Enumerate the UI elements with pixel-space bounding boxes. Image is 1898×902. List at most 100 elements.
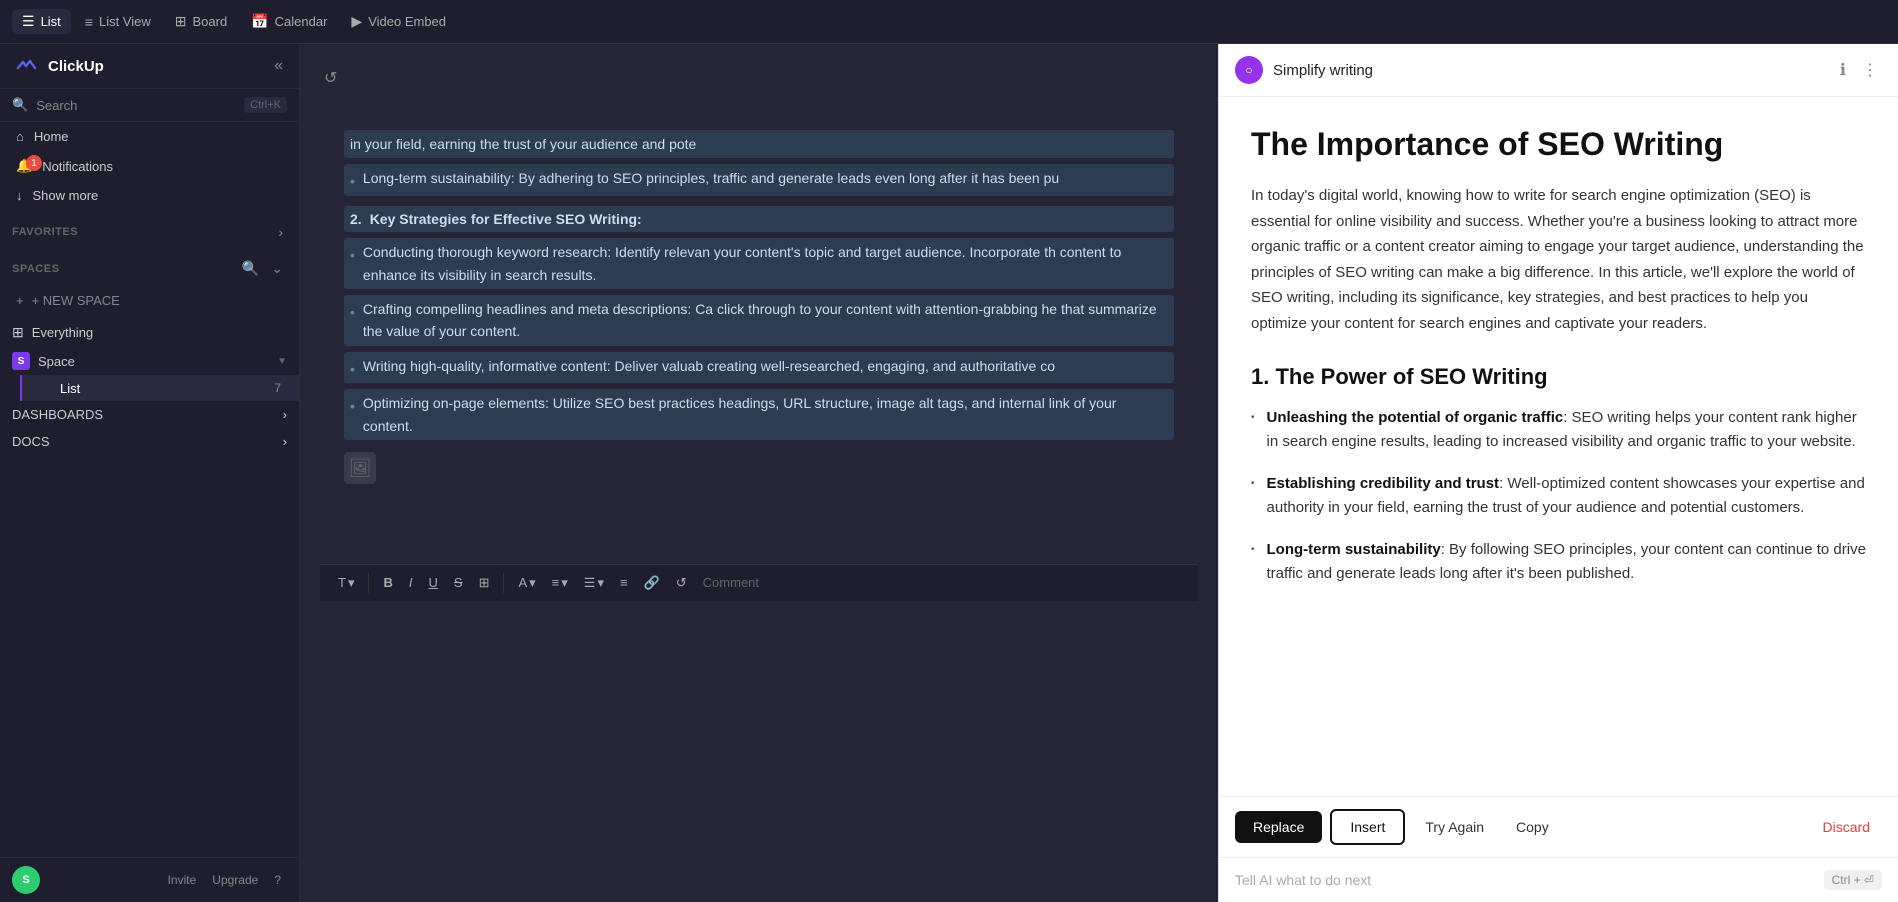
editor-toolbar: T ▾ B I U S ⊞	[320, 564, 1198, 601]
toolbar-strikethrough-button[interactable]: S	[448, 571, 469, 594]
ai-bullet-bold-1: Establishing credibility and trust	[1267, 475, 1500, 492]
toolbar-underline-button[interactable]: U	[423, 571, 444, 594]
sidebar-item-notifications[interactable]: 🔔 1 Notifications	[4, 151, 295, 181]
app-logo: ClickUp	[12, 52, 104, 80]
notifications-label: Notifications	[42, 159, 113, 174]
space-avatar: S	[12, 352, 30, 370]
favorites-label: FAVORITES	[12, 226, 78, 238]
ai-more-button[interactable]: ⋮	[1858, 56, 1882, 84]
align-icon: ≡	[552, 575, 560, 590]
list2-icon: ≡	[620, 575, 628, 590]
notification-badge: 1	[26, 155, 42, 171]
ai-panel-header: ○ Simplify writing ℹ ⋮	[1219, 44, 1898, 97]
search-shortcut: Ctrl+K	[244, 97, 287, 113]
toolbar-italic-button[interactable]: I	[403, 571, 419, 594]
tab-listview[interactable]: ≡ List View	[75, 10, 161, 34]
bullet-icon-3: •	[350, 301, 355, 323]
color-dropdown-icon: ▾	[529, 575, 536, 591]
ai-logo-icon: ○	[1235, 56, 1263, 84]
toolbar-undo-button[interactable]: ↺	[670, 571, 693, 595]
sidebar-item-show-more[interactable]: ↓ Show more	[4, 181, 295, 210]
ai-try-again-button[interactable]: Try Again	[1413, 811, 1496, 843]
space-name: Space	[38, 354, 75, 369]
doc-bullet-3: • Crafting compelling headlines and meta…	[344, 295, 1174, 346]
upgrade-button[interactable]: Upgrade	[206, 870, 264, 890]
refresh-button[interactable]: ↺	[320, 64, 341, 92]
sidebar-search[interactable]: 🔍 Search Ctrl+K	[0, 89, 299, 122]
sidebar-footer: S Invite Upgrade ?	[0, 857, 299, 902]
ai-insert-button[interactable]: Insert	[1330, 809, 1405, 845]
toolbar-sep-2	[503, 573, 504, 593]
toolbar-list2-button[interactable]: ≡	[614, 571, 634, 594]
table-icon: ⊞	[479, 575, 490, 591]
tab-board[interactable]: ⊞ Board	[165, 9, 237, 34]
board-icon: ⊞	[175, 13, 187, 30]
docs-section[interactable]: DOCS ›	[0, 428, 299, 455]
doc-bullet-text-4: Writing high-quality, informative conten…	[363, 355, 1055, 377]
ai-main-title: The Importance of SEO Writing	[1251, 125, 1866, 163]
dashboards-section[interactable]: DASHBOARDS ›	[0, 401, 299, 428]
toolbar-link-button[interactable]: 🔗	[638, 571, 666, 595]
search-placeholder-text: Search	[36, 98, 77, 113]
ai-discard-button[interactable]: Discard	[1811, 811, 1882, 843]
toolbar-bold-button[interactable]: B	[377, 571, 398, 594]
bullet-icon-5: •	[350, 395, 355, 417]
everything-label: Everything	[32, 325, 93, 340]
help-button[interactable]: ?	[268, 870, 287, 890]
ai-panel-title: Simplify writing	[1273, 62, 1826, 79]
toolbar-align-button[interactable]: ≡ ▾	[546, 571, 574, 595]
ai-bullet-dot-0: •	[1251, 410, 1255, 454]
bullet-icon-4: •	[350, 358, 355, 380]
docs-expand-icon: ›	[283, 434, 287, 449]
user-avatar: S	[12, 866, 40, 894]
toolbar-text-button[interactable]: T ▾	[332, 571, 360, 595]
calendar-icon: 📅	[251, 13, 268, 30]
toolbar-table-button[interactable]: ⊞	[473, 571, 496, 595]
favorites-chevron-button[interactable]: ›	[274, 222, 287, 242]
ai-panel-footer: Replace Insert Try Again Copy Discard Ct…	[1219, 796, 1898, 902]
new-space-button[interactable]: + + NEW SPACE	[4, 287, 295, 314]
tab-calendar[interactable]: 📅 Calendar	[241, 9, 337, 34]
ai-info-button[interactable]: ℹ	[1836, 56, 1850, 84]
sidebar-item-space[interactable]: S Space ▼	[0, 347, 299, 375]
toolbar-color-button[interactable]: A ▾	[512, 571, 541, 595]
list-dropdown-icon: ▾	[597, 575, 604, 591]
doc-bullet-text-5: Optimizing on-page elements: Utilize SEO…	[363, 392, 1168, 437]
clickup-logo-icon	[12, 52, 40, 80]
ai-panel-content: The Importance of SEO Writing In today's…	[1219, 97, 1898, 796]
docs-label: DOCS	[12, 434, 50, 449]
underline-icon: U	[429, 575, 438, 590]
spaces-search-button[interactable]: 🔍	[238, 258, 263, 279]
ai-chat-input[interactable]	[1235, 872, 1814, 888]
tab-list[interactable]: ☰ List	[12, 9, 71, 34]
toolbar-comment-button[interactable]: Comment	[697, 571, 765, 594]
videoembed-icon: ▶	[351, 13, 362, 30]
doc-bullet-0: • Long-term sustainability: By adhering …	[344, 164, 1174, 195]
sidebar-item-home[interactable]: ⌂ Home	[4, 122, 295, 151]
tab-videoembed-label: Video Embed	[368, 14, 446, 29]
doc-bullet-4: • Writing high-quality, informative cont…	[344, 352, 1174, 383]
tab-videoembed[interactable]: ▶ Video Embed	[341, 9, 456, 34]
doc-intro-text: in your field, earning the trust of your…	[350, 133, 696, 155]
align-dropdown-icon: ▾	[561, 575, 568, 591]
ai-bullet-dot-2: •	[1251, 542, 1255, 586]
dashboards-label: DASHBOARDS	[12, 407, 103, 422]
spaces-section: SPACES 🔍 ⌄	[0, 246, 299, 283]
spaces-expand-button[interactable]: ⌄	[267, 258, 287, 279]
sidebar-collapse-button[interactable]: «	[270, 53, 287, 79]
ai-bullet-bold-2: Long-term sustainability	[1267, 541, 1441, 558]
content-area: ↺ in your field, earning the trust of yo…	[300, 44, 1898, 902]
ai-replace-button[interactable]: Replace	[1235, 811, 1322, 843]
listview-icon: ≡	[85, 14, 93, 30]
ai-bullet-item-1: • Establishing credibility and trust: We…	[1251, 472, 1866, 520]
ai-input-bar: Ctrl + ⏎	[1219, 858, 1898, 902]
text-format-icon: T	[338, 575, 346, 590]
ai-bullet-item-2: • Long-term sustainability: By following…	[1251, 538, 1866, 586]
ai-copy-button[interactable]: Copy	[1504, 811, 1561, 843]
top-navigation: ☰ List ≡ List View ⊞ Board 📅 Calendar ▶ …	[0, 0, 1898, 44]
ai-input-shortcut: Ctrl + ⏎	[1824, 870, 1882, 890]
sidebar-item-everything[interactable]: ⊞ Everything	[0, 318, 299, 347]
sidebar-item-list[interactable]: List 7	[20, 375, 299, 401]
invite-button[interactable]: Invite	[162, 870, 203, 890]
toolbar-list-button[interactable]: ☰ ▾	[578, 571, 610, 595]
